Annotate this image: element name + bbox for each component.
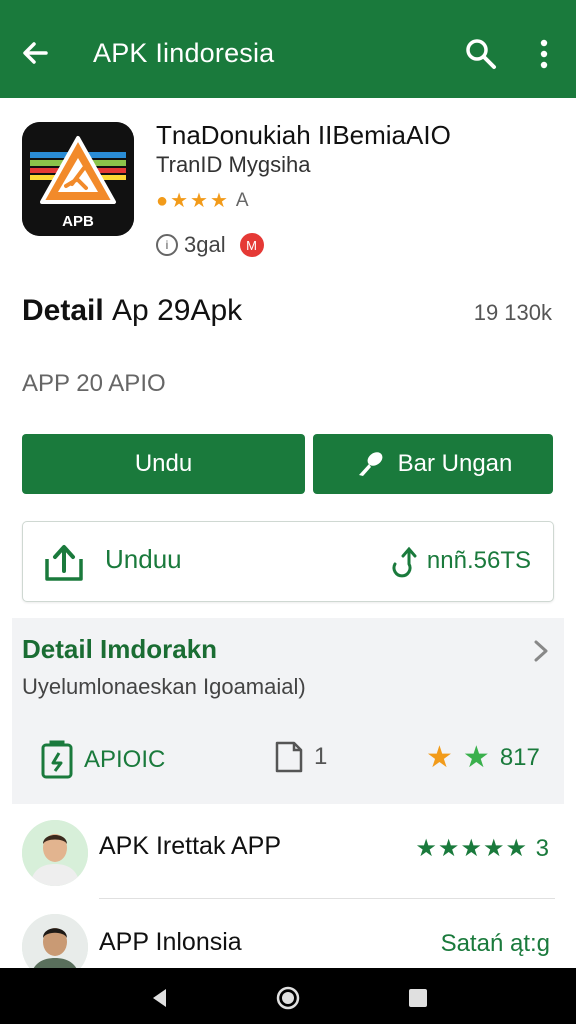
avatar	[22, 820, 88, 886]
detail-heading: Detail Ap 29Apk	[22, 294, 242, 328]
more-vert-icon[interactable]	[530, 37, 558, 71]
share-key-icon	[358, 452, 383, 476]
chevron-right-icon[interactable]	[532, 638, 550, 664]
nav-back-icon[interactable]	[148, 986, 172, 1010]
divider	[99, 898, 555, 899]
stat-apk-label: APIOIC	[84, 746, 166, 773]
detail-size: 19 130k	[473, 300, 552, 325]
star-icon: ★	[209, 190, 228, 212]
search-icon[interactable]	[464, 37, 498, 71]
app-rating: ● ★ ★ ★ A	[156, 190, 249, 212]
system-nav-bar	[0, 968, 576, 1024]
star-icon: ★	[170, 190, 189, 212]
stat-rating: ★ ★ 817	[426, 740, 540, 775]
star-icon: ★	[462, 741, 490, 774]
app-version: APP 20 APIO	[22, 370, 166, 397]
info-heading: Detail Imdorakn	[22, 634, 218, 664]
upload-box-icon	[45, 545, 83, 581]
file-icon	[275, 741, 303, 773]
nav-recent-icon[interactable]	[406, 986, 430, 1010]
detail-info-panel[interactable]: Detail Imdorakn Uyelumlonaeskan Igoamaia…	[12, 618, 564, 804]
stat-apk: APIOIC	[40, 740, 165, 780]
download-card-count: nnñ.56TS	[389, 544, 531, 578]
app-logo-text: APB	[62, 213, 94, 230]
list-item[interactable]: APK Irettak APP ★★★★★ 3	[0, 812, 576, 896]
stat-files: 1	[274, 740, 327, 774]
list-item-status: Satań ąt:g	[440, 930, 550, 957]
meta-badge: M	[239, 233, 264, 257]
download-card[interactable]: Unduu nnñ.56TS	[22, 521, 554, 602]
app-name: TnaDonukiah IIBemiaAIO	[156, 120, 451, 150]
share-button-label: Bar Ungan	[397, 450, 513, 477]
apk-file-icon	[41, 740, 73, 779]
update-arrow-icon	[392, 546, 417, 578]
share-button[interactable]: Bar Ungan	[313, 434, 553, 494]
list-item-name: APP Inlonsia	[99, 928, 242, 956]
detail-subtitle: Ap 29Apk	[112, 294, 243, 327]
list-item-rating: ★★★★★ 3	[415, 835, 550, 862]
nav-home-icon[interactable]	[276, 986, 300, 1010]
app-developer: TranID Mygsiha	[156, 152, 311, 177]
meta-label: 3gal	[184, 232, 226, 257]
stat-files-count: 1	[314, 743, 328, 770]
app-logo: APB	[22, 122, 134, 236]
info-description: Uyelumlonaeskan Igoamaial)	[22, 674, 306, 699]
star-icon: ★	[190, 190, 208, 212]
detail-title: Detail	[22, 294, 104, 327]
app-bar: APK Iindoresia	[0, 0, 576, 98]
back-arrow-icon[interactable]	[18, 36, 52, 70]
star-icon: ★	[426, 741, 453, 774]
app-header: APB TnaDonukiah IIBemiaAIO TranID Mygsih…	[0, 98, 576, 278]
info-circle-icon: i	[156, 234, 178, 256]
star-icon: ●	[156, 190, 169, 212]
stat-rating-value: 817	[499, 743, 540, 771]
app-meta: i 3gal M	[156, 232, 264, 258]
download-count: nnñ.56TS	[426, 547, 531, 574]
download-button-label: Undu	[134, 450, 193, 477]
rating-label: A	[235, 190, 249, 211]
app-bar-title: APK Iindoresia	[93, 38, 275, 68]
list-item-name: APK Irettak APP	[99, 832, 282, 860]
download-card-label: Unduu	[105, 544, 182, 574]
download-button[interactable]: Undu	[22, 434, 305, 494]
